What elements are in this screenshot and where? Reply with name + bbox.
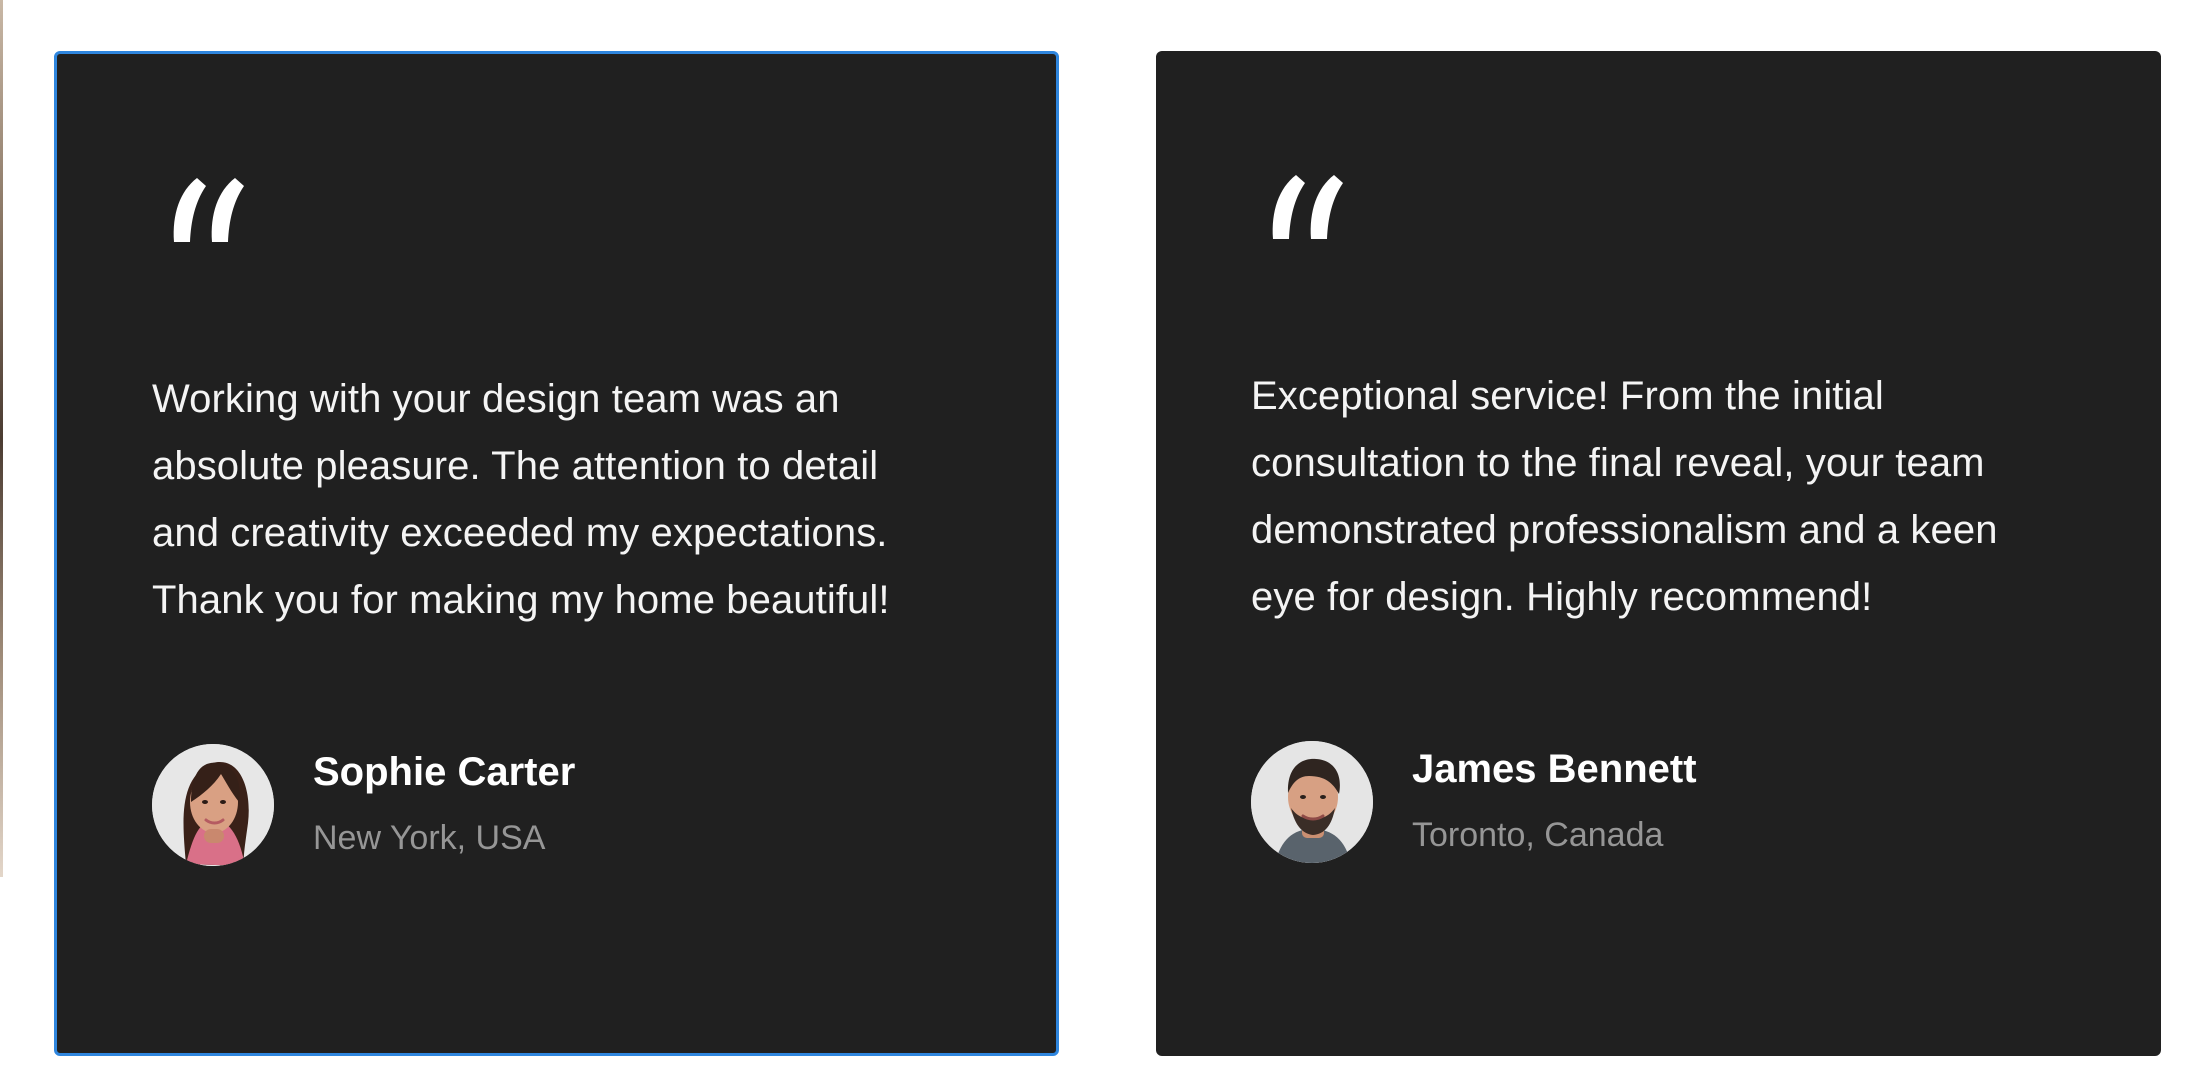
avatar-woman bbox=[152, 744, 274, 866]
author-location: New York, USA bbox=[313, 819, 546, 857]
author-location: Toronto, Canada bbox=[1412, 816, 1664, 854]
author-name: James Bennett bbox=[1412, 747, 1697, 791]
man-portrait-icon bbox=[1251, 741, 1373, 863]
testimonials-page: Working with your design team was an abs… bbox=[0, 0, 2208, 1086]
testimonial-text: Exceptional service! From the initial co… bbox=[1251, 374, 1998, 619]
testimonial-text: Working with your design team was an abs… bbox=[152, 377, 890, 622]
author-info: James Bennett Toronto, Canada bbox=[1251, 741, 2071, 863]
testimonial-card-sophie-carter[interactable]: Working with your design team was an abs… bbox=[54, 51, 1059, 1056]
testimonial-card-james-bennett[interactable]: Exceptional service! From the initial co… bbox=[1156, 51, 2161, 1056]
woman-portrait-icon bbox=[152, 744, 274, 866]
quote-icon bbox=[1272, 175, 1343, 239]
partial-side-image bbox=[0, 0, 3, 877]
author-name: Sophie Carter bbox=[313, 750, 576, 794]
author-info: Sophie Carter New York, USA bbox=[152, 744, 972, 866]
avatar-man bbox=[1251, 741, 1373, 863]
quote-icon bbox=[173, 178, 244, 242]
